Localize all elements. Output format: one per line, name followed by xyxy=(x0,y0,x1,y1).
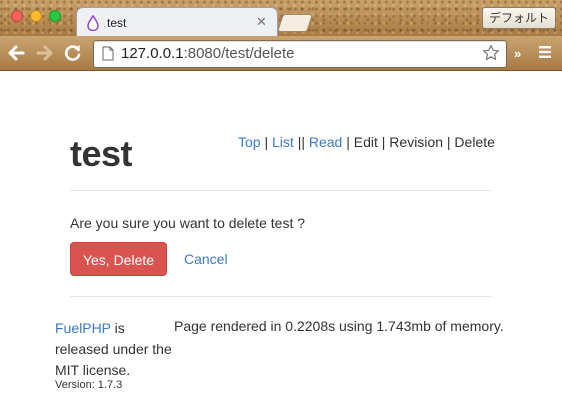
profile-button[interactable]: デフォルト xyxy=(481,7,556,29)
header-divider xyxy=(70,190,492,191)
nav-item-edit: Edit xyxy=(353,134,378,150)
nav-separator: | xyxy=(346,134,350,150)
hamburger-menu-icon[interactable] xyxy=(538,45,552,59)
fuelphp-link[interactable]: FuelPHP xyxy=(55,320,111,336)
nav-link-read[interactable]: Read xyxy=(309,134,342,150)
url-host: 127.0.0.1 xyxy=(121,45,184,62)
nav-link-top[interactable]: Top xyxy=(238,134,261,150)
fuelphp-favicon-icon xyxy=(87,15,99,31)
confirm-delete-button[interactable]: Yes, Delete xyxy=(70,242,167,276)
tab-close-icon[interactable]: ✕ xyxy=(256,14,267,30)
confirm-message: Are you sure you want to delete test ? xyxy=(70,215,306,231)
extensions-overflow-icon[interactable]: » xyxy=(514,46,521,61)
version-label: Version: 1.7.3 xyxy=(55,379,123,391)
tab-title: test xyxy=(107,16,127,30)
render-info: Page rendered in 0.2208s using 1.743mb o… xyxy=(174,318,504,334)
page-icon xyxy=(102,46,114,61)
cancel-link[interactable]: Cancel xyxy=(184,251,228,267)
window-close-button[interactable] xyxy=(11,10,23,22)
nav-separator: || xyxy=(297,134,305,150)
forward-arrow-icon[interactable] xyxy=(35,43,55,63)
nav-item-revision: Revision xyxy=(389,134,443,150)
browser-tab-content: test xyxy=(86,10,268,36)
window-minimize-button[interactable] xyxy=(30,10,42,22)
url-path: :8080/test/delete xyxy=(183,45,295,62)
nav-link-list[interactable]: List xyxy=(272,134,294,150)
page-title: test xyxy=(70,133,133,174)
address-bar[interactable]: 127.0.0.1:8080/test/delete xyxy=(93,40,507,68)
footer-license: FuelPHP is released under the MIT licens… xyxy=(55,318,177,381)
nav-item-delete: Delete xyxy=(454,134,495,150)
url-text[interactable]: 127.0.0.1:8080/test/delete xyxy=(121,45,294,62)
nav-separator: | xyxy=(381,134,386,150)
footer-divider xyxy=(70,296,492,297)
record-nav: Top | List || Read | Edit | Revision | D… xyxy=(238,134,495,150)
new-tab-button[interactable] xyxy=(277,14,313,32)
bookmark-star-icon[interactable] xyxy=(482,44,500,62)
reload-icon[interactable] xyxy=(63,43,83,63)
window-maximize-button[interactable] xyxy=(49,10,61,22)
nav-separator: | xyxy=(264,134,269,150)
nav-separator: | xyxy=(446,134,451,150)
back-arrow-icon[interactable] xyxy=(6,43,26,63)
